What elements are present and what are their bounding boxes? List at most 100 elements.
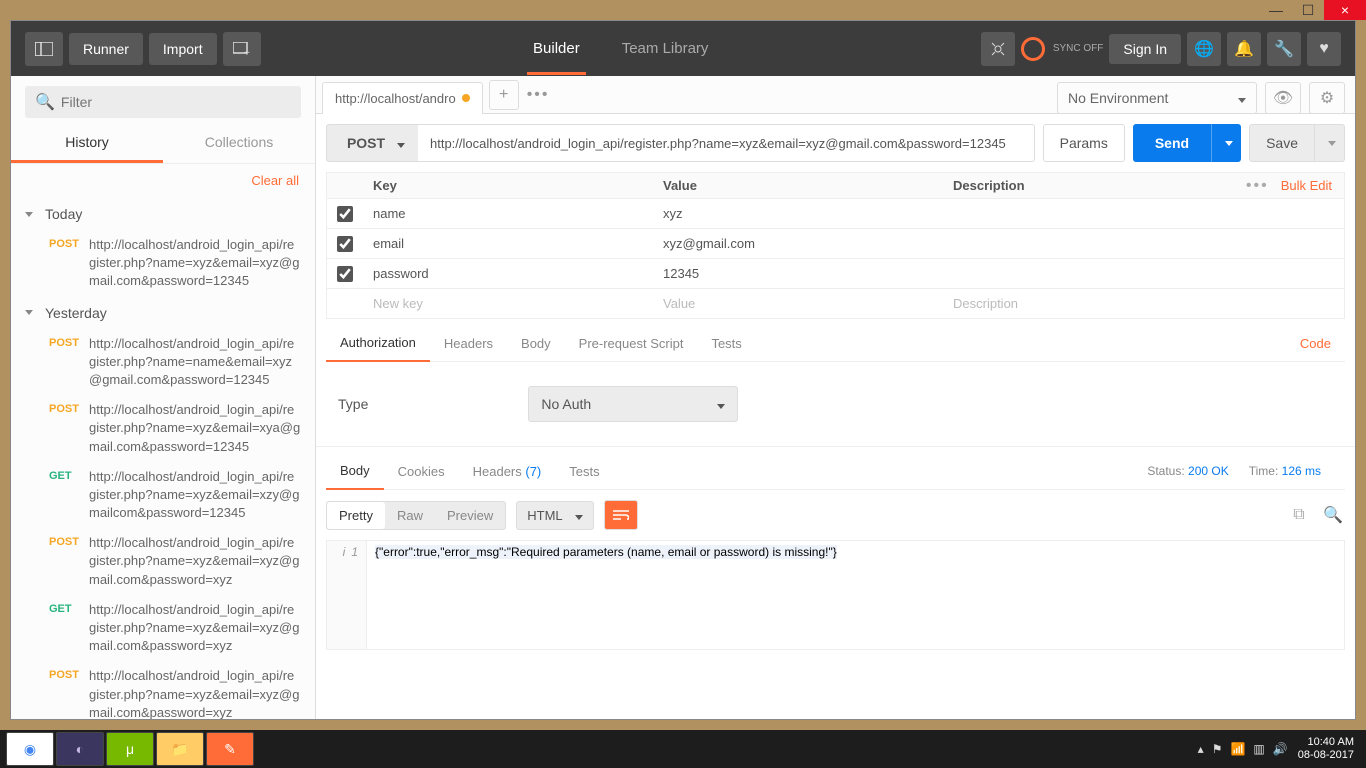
time-label: Time: [1249,464,1279,478]
subtab-tests[interactable]: Tests [697,326,755,361]
send-button[interactable]: Send [1133,124,1211,162]
resp-tab-headers[interactable]: Headers (7) [459,454,556,489]
resp-tab-cookies[interactable]: Cookies [384,454,459,489]
maximize-button[interactable]: ☐ [1292,0,1324,20]
view-preview-button[interactable]: Preview [435,502,505,529]
tab-history[interactable]: History [11,124,163,163]
view-pretty-button[interactable]: Pretty [327,502,385,529]
notifications-button[interactable]: 🔔 [1227,32,1261,66]
history-item[interactable]: POSThttp://localhost/android_login_api/r… [11,395,315,462]
param-desc[interactable] [943,269,1344,279]
new-desc-input[interactable]: Description [943,291,1344,316]
history-item[interactable]: GEThttp://localhost/android_login_api/re… [11,595,315,662]
col-value: Value [653,173,943,198]
resp-tab-body[interactable]: Body [326,453,384,490]
taskbar-clock[interactable]: 10:40 AM 08-08-2017 [1298,736,1360,762]
toggle-sidebar-button[interactable] [25,32,63,66]
history-item[interactable]: GEThttp://localhost/android_login_api/re… [11,462,315,529]
request-url-bar: POST Params Send Save [316,114,1355,172]
param-value[interactable]: xyz [653,201,943,226]
search-response-button[interactable]: 🔍 [1321,503,1345,527]
manage-env-button[interactable]: ⚙ [1309,82,1345,114]
tray-volume-icon[interactable]: 🔊 [1273,742,1288,756]
method-dropdown[interactable]: POST [326,124,426,162]
history-group-header[interactable]: Yesterday [11,297,315,329]
tab-builder[interactable]: Builder [527,22,586,75]
save-button[interactable]: Save [1249,124,1315,162]
request-subtabs: Authorization Headers Body Pre-request S… [326,325,1345,362]
tray-flag-icon[interactable]: ⚑ [1212,742,1223,756]
send-options-button[interactable] [1211,124,1241,162]
new-key-input[interactable]: New key [363,291,653,316]
history-item-url: http://localhost/android_login_api/regis… [89,534,301,589]
param-desc[interactable] [943,239,1344,249]
taskbar-explorer[interactable]: 📁 [156,732,204,766]
param-key[interactable]: name [363,201,653,226]
taskbar-utorrent[interactable]: μ [106,732,154,766]
clear-all-link[interactable]: Clear all [251,173,299,188]
tab-options-button[interactable]: ••• [519,86,558,104]
auth-panel: Type No Auth [316,362,1355,447]
filter-input-wrap[interactable]: 🔍 [25,86,301,118]
param-value[interactable]: 12345 [653,261,943,286]
tray-wifi-icon[interactable]: ▥ [1253,742,1264,756]
subtab-headers[interactable]: Headers [430,326,507,361]
environment-dropdown[interactable]: No Environment [1057,82,1257,114]
quicklook-button[interactable]: 👁 [1265,82,1301,114]
copy-response-button[interactable]: ⧉ [1287,503,1311,527]
history-item-url: http://localhost/android_login_api/regis… [89,667,301,719]
param-checkbox[interactable] [337,236,353,252]
taskbar-eclipse[interactable]: ◐ [56,732,104,766]
view-raw-button[interactable]: Raw [385,502,435,529]
history-item[interactable]: POSThttp://localhost/android_login_api/r… [11,329,315,396]
new-value-input[interactable]: Value [653,291,943,316]
param-checkbox[interactable] [337,266,353,282]
globe-button[interactable]: 🌐 [1187,32,1221,66]
history-group-header[interactable]: Today [11,198,315,230]
filter-input[interactable] [61,94,291,110]
tray-network-icon[interactable]: 📶 [1230,742,1245,756]
save-options-button[interactable] [1315,124,1345,162]
taskbar-chrome[interactable]: ◉ [6,732,54,766]
new-window-button[interactable]: + [223,32,261,66]
taskbar-postman[interactable]: ✎ [206,732,254,766]
subtab-body[interactable]: Body [507,326,565,361]
bulk-edit-link[interactable]: Bulk Edit [1281,178,1332,193]
history-item[interactable]: POSThttp://localhost/android_login_api/r… [11,528,315,595]
param-desc[interactable] [943,209,1344,219]
history-item[interactable]: POSThttp://localhost/android_login_api/r… [11,661,315,719]
interceptor-button[interactable] [981,32,1015,66]
runner-button[interactable]: Runner [69,33,143,65]
history-item-url: http://localhost/android_login_api/regis… [89,335,301,390]
format-dropdown[interactable]: HTML [516,501,593,530]
settings-button[interactable]: 🔧 [1267,32,1301,66]
heart-button[interactable]: ♥ [1307,32,1341,66]
add-tab-button[interactable]: + [489,80,519,110]
import-button[interactable]: Import [149,33,217,65]
request-tab[interactable]: http://localhost/andro [322,82,483,114]
code-link[interactable]: Code [1286,326,1345,361]
param-key[interactable]: email [363,231,653,256]
tray-up-icon[interactable]: ▴ [1198,742,1204,756]
url-input[interactable] [418,124,1035,162]
history-item-url: http://localhost/android_login_api/regis… [89,601,301,656]
param-checkbox[interactable] [337,206,353,222]
subtab-prerequest[interactable]: Pre-request Script [565,326,698,361]
word-wrap-button[interactable] [604,500,638,530]
subtab-authorization[interactable]: Authorization [326,325,430,362]
tab-collections[interactable]: Collections [163,124,315,163]
history-item[interactable]: POSThttp://localhost/android_login_api/r… [11,230,315,297]
params-button[interactable]: Params [1043,124,1125,162]
chevron-down-icon [1234,90,1246,106]
param-key[interactable]: password [363,261,653,286]
param-value[interactable]: xyz@gmail.com [653,231,943,256]
auth-type-dropdown[interactable]: No Auth [528,386,738,422]
minimize-button[interactable]: — [1260,0,1292,20]
sync-indicator[interactable]: SYNC OFF [1021,37,1104,61]
tab-team-library[interactable]: Team Library [616,22,715,75]
sign-in-button[interactable]: Sign In [1109,34,1181,64]
response-code-area[interactable]: {"error":true,"error_msg":"Required para… [367,541,1344,649]
col-options-button[interactable]: ••• [1246,177,1269,195]
close-button[interactable]: × [1324,0,1366,20]
resp-tab-tests[interactable]: Tests [555,454,613,489]
